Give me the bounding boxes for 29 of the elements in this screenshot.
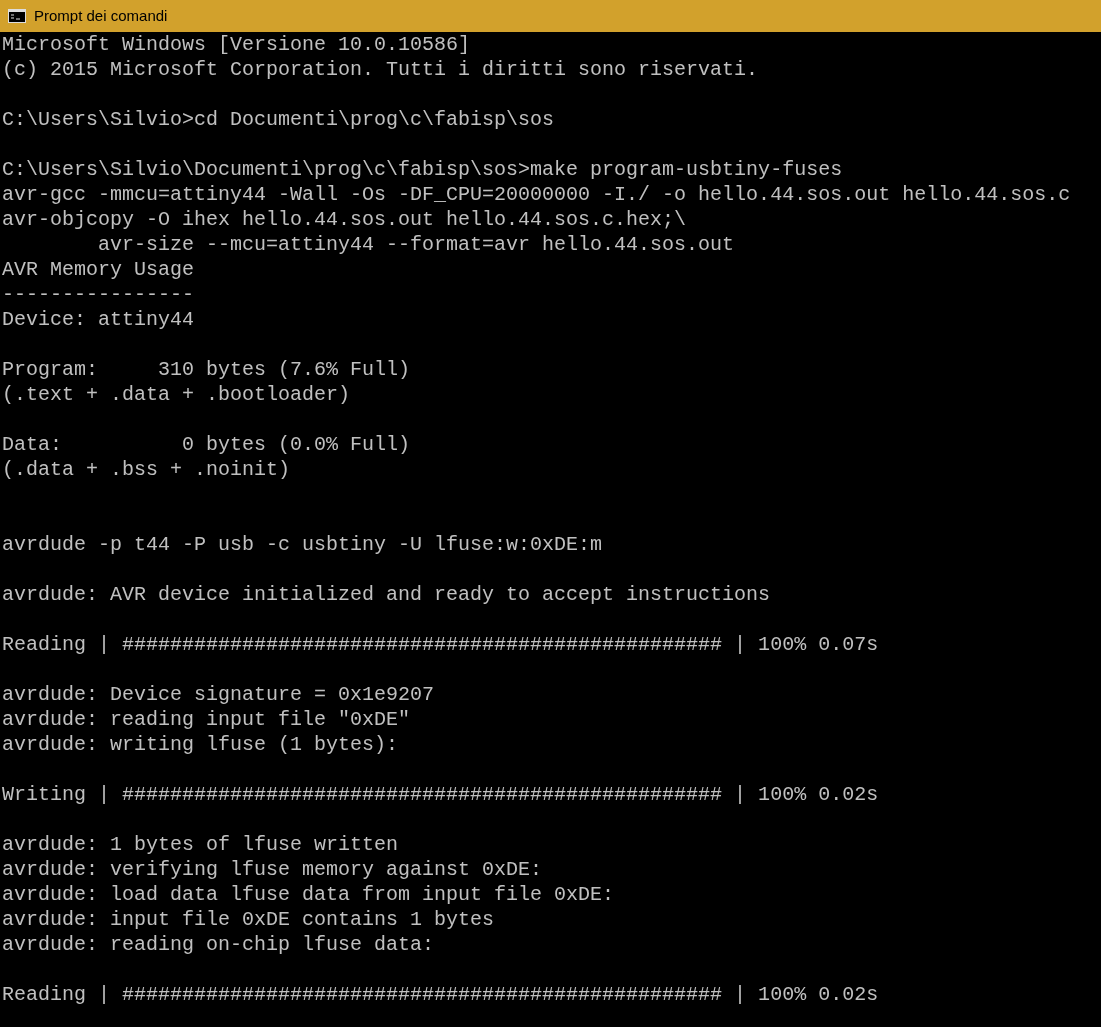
console-line: Device: attiny44 — [2, 307, 195, 332]
console-icon — [8, 9, 26, 23]
console-line: avrdude: reading on-chip lfuse data: — [2, 932, 435, 957]
console-line: Reading | ################################################## | 100% 0.07s — [2, 632, 879, 657]
console-line: avrdude: input file 0xDE contains 1 bytes — [2, 907, 495, 932]
console-line: C:\Users\Silvio\Documenti\prog\c\fabisp\sos>make program-usbtiny-fuses — [2, 157, 843, 182]
console-line: (.text + .data + .bootloader) — [2, 382, 351, 407]
console-line: Writing | ################################################## | 100% 0.02s — [2, 782, 879, 807]
console-line: avr-objcopy -O ihex hello.44.sos.out hello.44.sos.c.hex;\ — [2, 207, 687, 232]
console-line: Reading | ################################################## | 100% 0.02s — [2, 982, 879, 1007]
console-line: (.data + .bss + .noinit) — [2, 457, 291, 482]
console-line: avr-gcc -mmcu=attiny44 -Wall -Os -DF_CPU=20000000 -I./ -o hello.44.sos.out hello.44.sos.c — [2, 182, 1071, 207]
console-line: (c) 2015 Microsoft Corporation. Tutti i diritti sono riservati. — [2, 57, 759, 82]
console-line: avrdude: AVR device initialized and ready to accept instructions — [2, 582, 771, 607]
console-line: ---------------- — [2, 282, 195, 307]
console-line: avrdude: verifying lfuse memory against 0xDE: — [2, 857, 543, 882]
console-line: avr-size --mcu=attiny44 --format=avr hello.44.sos.out — [97, 232, 735, 257]
console-line: Microsoft Windows [Versione 10.0.10586] — [2, 32, 471, 57]
console-line: AVR Memory Usage — [2, 257, 195, 282]
console-line: avrdude: load data lfuse data from input file 0xDE: — [2, 882, 615, 907]
console-line: Program: 310 bytes (7.6% Full) — [2, 357, 411, 382]
console-line: C:\Users\Silvio>cd Documenti\prog\c\fabisp\sos — [2, 107, 555, 132]
console-line: avrdude: writing lfuse (1 bytes): — [2, 732, 399, 757]
console-line: Data: 0 bytes (0.0% Full) — [2, 432, 411, 457]
window-title: Prompt dei comandi — [34, 5, 168, 26]
console-line: avrdude -p t44 -P usb -c usbtiny -U lfuse:w:0xDE:m — [2, 532, 603, 557]
console-line: avrdude: reading input file "0xDE" — [2, 707, 411, 732]
console-line: avrdude: 1 bytes of lfuse written — [2, 832, 399, 857]
console-line: avrdude: Device signature = 0x1e9207 — [2, 682, 435, 707]
